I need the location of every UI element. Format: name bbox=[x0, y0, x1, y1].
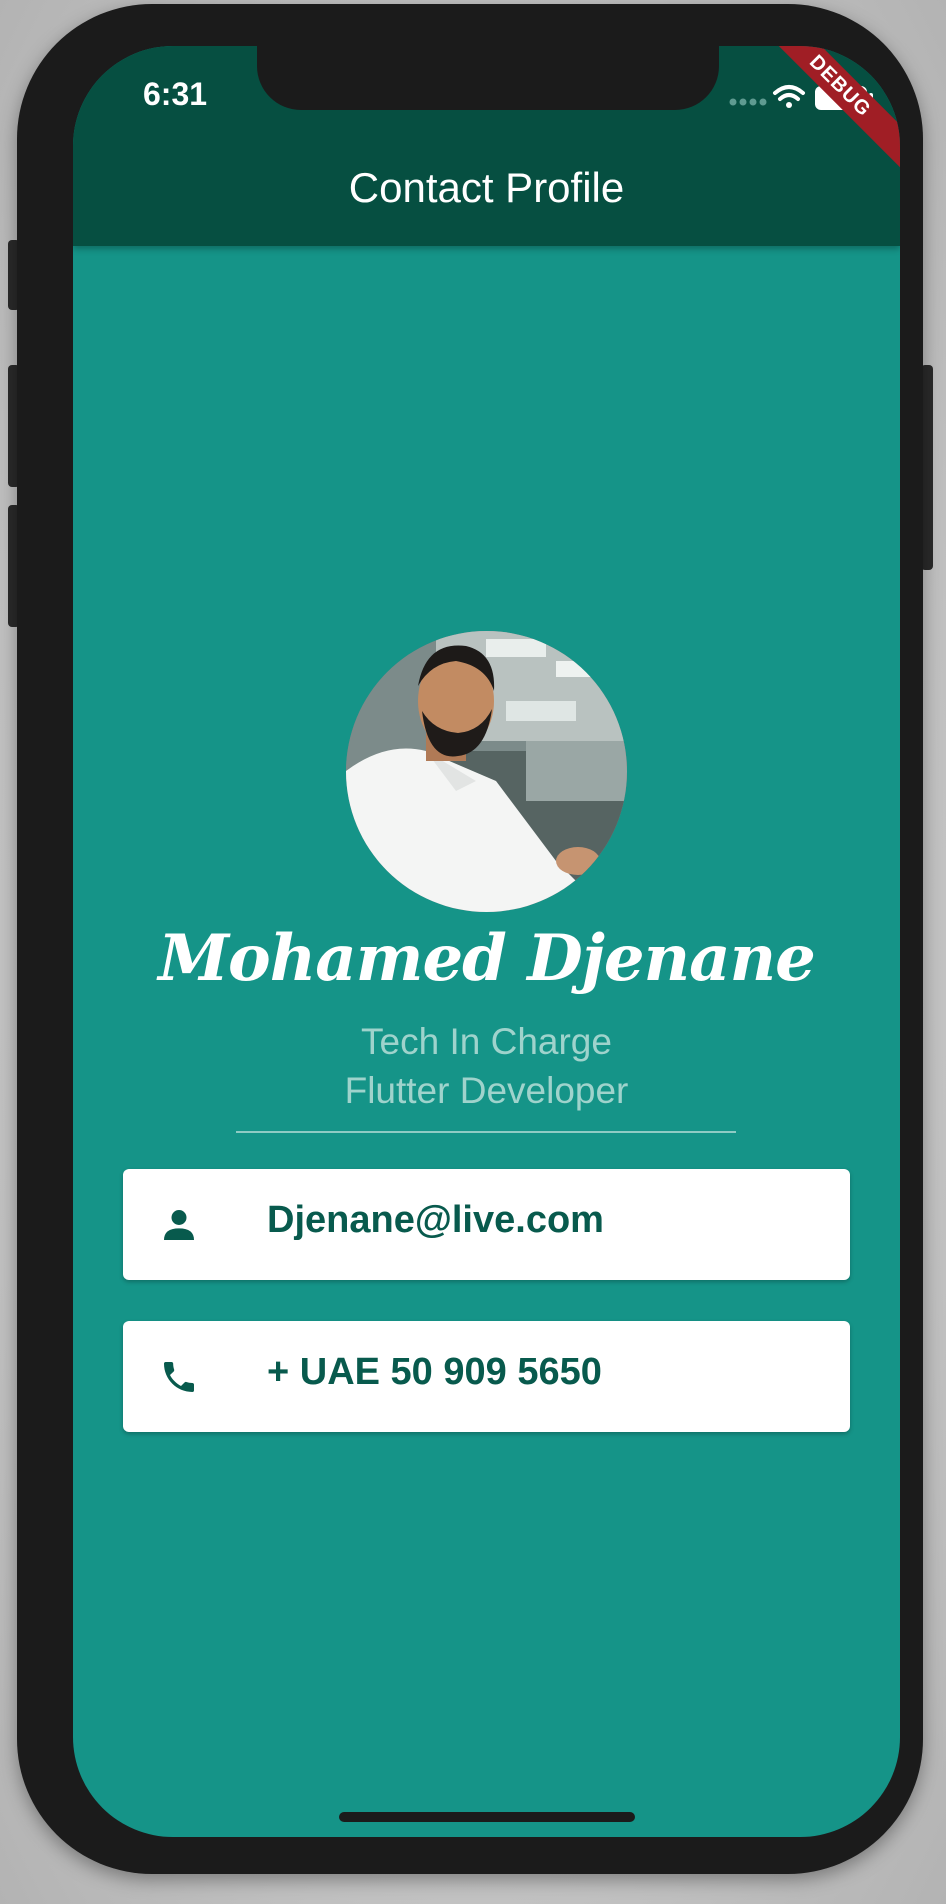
page-title: Contact Profile bbox=[348, 164, 625, 211]
person-icon bbox=[159, 1205, 199, 1245]
phone-card[interactable]: + UAE 50 909 5650 bbox=[123, 1321, 850, 1432]
profile-photo bbox=[346, 631, 627, 912]
cellular-signal-icon bbox=[729, 98, 767, 106]
wifi-icon bbox=[773, 85, 805, 108]
email-card[interactable]: Djenane@live.com bbox=[123, 1169, 850, 1280]
profile-role-line-2: Flutter Developer bbox=[344, 1070, 629, 1111]
device-notch bbox=[257, 46, 719, 110]
app-screen: 6:31 DEBUG Contact Profile Mohamed Djena… bbox=[73, 46, 900, 1837]
profile-role-line-1: Tech In Charge bbox=[361, 1021, 612, 1062]
profile-name: Mohamed Djenane bbox=[158, 921, 816, 996]
avatar bbox=[346, 631, 627, 912]
phone-frame: 6:31 DEBUG Contact Profile Mohamed Djena… bbox=[17, 4, 923, 1874]
phone-icon bbox=[159, 1357, 199, 1397]
profile-divider bbox=[236, 1131, 736, 1133]
phone-text: + UAE 50 909 5650 bbox=[267, 1351, 602, 1393]
home-indicator[interactable] bbox=[339, 1812, 635, 1822]
status-time: 6:31 bbox=[143, 76, 208, 112]
email-text: Djenane@live.com bbox=[267, 1199, 604, 1241]
